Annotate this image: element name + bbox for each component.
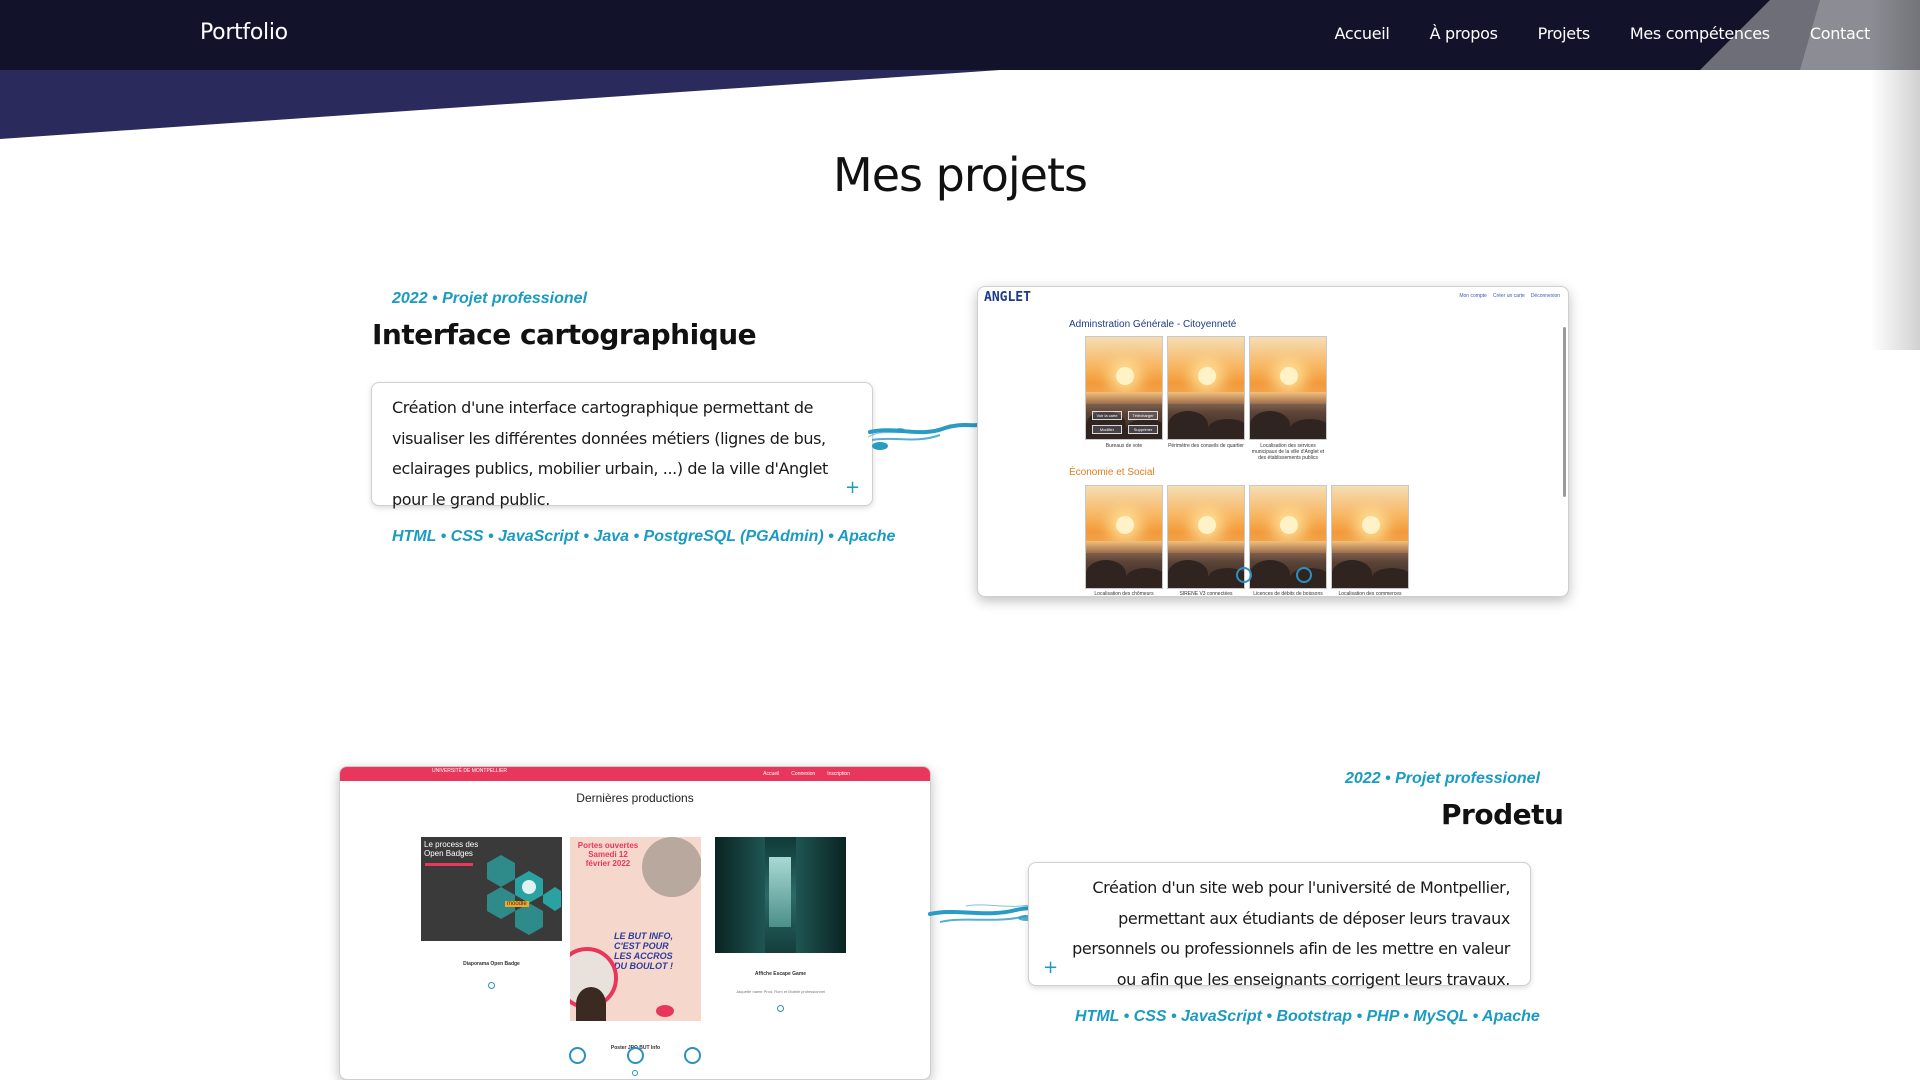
project-2-description-line: ou afin que les enseignants corrigent le… bbox=[1116, 969, 1511, 989]
tile-label: SIRENE V3 connectées bbox=[1179, 591, 1233, 597]
project-1-title: Interface cartographique bbox=[372, 318, 757, 351]
map-tile bbox=[1167, 336, 1245, 440]
nav-a-propos[interactable]: À propos bbox=[1430, 24, 1498, 43]
project-1-meta: 2022 • Projet professionel bbox=[392, 290, 588, 307]
nav-contact[interactable]: Contact bbox=[1810, 24, 1870, 43]
project-1-expand-icon[interactable]: + bbox=[845, 477, 860, 498]
card-label: Diaporama Open Badge bbox=[463, 961, 520, 967]
tile-button: Voir la carte bbox=[1092, 411, 1122, 420]
project-2-title: Prodetu bbox=[1441, 798, 1564, 831]
tile-label: Bureaux de vote bbox=[1105, 443, 1143, 449]
escape-game-thumbnail bbox=[715, 837, 846, 953]
prodetu-nav-item: Accueil bbox=[763, 771, 780, 777]
anglet-category-eco: Économie et Social bbox=[1069, 467, 1155, 478]
card-label: Affiche Escape Game bbox=[754, 971, 807, 977]
carousel-dot[interactable] bbox=[632, 1070, 638, 1076]
project-2-description-line: Création d'un site web pour l'université… bbox=[1092, 878, 1510, 897]
tile-label: Localisation des chômeurs bbox=[1094, 591, 1154, 597]
anglet-nav-item: Déconnexion bbox=[1530, 293, 1560, 299]
carousel-dot[interactable] bbox=[569, 1047, 586, 1064]
tile-label: Localisation des commerces bbox=[1338, 591, 1402, 597]
portfolio-page: Portfolio Accueil À propos Projets Mes c… bbox=[0, 0, 1920, 1080]
prodetu-nav: Accueil Connexion Inscription bbox=[763, 771, 850, 777]
card-dot[interactable] bbox=[777, 1005, 784, 1012]
tile-button: Modifier bbox=[1092, 425, 1122, 434]
tile-button: Supprimer bbox=[1128, 425, 1158, 434]
project-2-tech-list: HTML • CSS • JavaScript • Bootstrap • PH… bbox=[1075, 1008, 1540, 1025]
project-2-description-line: permettant aux étudiants de déposer leur… bbox=[1118, 908, 1510, 928]
tile-label: Licences de débits de boissons bbox=[1253, 591, 1323, 597]
carousel-dot[interactable] bbox=[1236, 567, 1252, 583]
nav-projets[interactable]: Projets bbox=[1538, 24, 1590, 43]
anglet-nav-item: Créer un carte bbox=[1492, 293, 1525, 299]
anglet-nav-item: Mon compte bbox=[1459, 293, 1487, 299]
card-subtext: Jaquette name Prod. Rom et Mobile profes… bbox=[736, 989, 825, 994]
moodle-badge: moodle bbox=[505, 901, 529, 907]
header-background bbox=[0, 0, 1920, 139]
anglet-category-admin: Adminstration Générale - Citoyenneté bbox=[1069, 319, 1237, 330]
map-tile bbox=[1167, 485, 1245, 589]
jpo-poster-heading: Portes ouvertes Samedi 12 février 2022 bbox=[577, 841, 639, 868]
brush-stroke-decoration bbox=[867, 423, 980, 450]
carousel-dot[interactable] bbox=[684, 1047, 701, 1064]
brand-logo[interactable]: Portfolio bbox=[200, 20, 288, 45]
anglet-logo: ANGLET bbox=[984, 290, 1031, 305]
card-dot[interactable] bbox=[488, 982, 495, 989]
jpo-poster-thumbnail: Portes ouvertes Samedi 12 février 2022 L… bbox=[570, 837, 701, 1021]
project-1-description-card[interactable]: Création d'une interface cartographique … bbox=[371, 382, 873, 509]
project-2-screenshot[interactable]: UNIVERSITÉ DE MONTPELLIER Accueil Connex… bbox=[339, 766, 931, 1080]
project-1-description-line: visualiser les différentes données métie… bbox=[392, 428, 826, 448]
tile-button: Télécharger bbox=[1128, 411, 1158, 420]
anglet-scrollbar bbox=[1563, 327, 1566, 497]
page-title: Mes projets bbox=[833, 148, 1088, 202]
project-1-description-line: eclairages publics, mobilier urbain, ...… bbox=[392, 459, 828, 478]
project-1-description-line: Création d'une interface cartographique … bbox=[392, 398, 814, 417]
jpo-poster-slogan: LE BUT INFO, C'EST POUR LES ACCROS DU BO… bbox=[614, 931, 673, 971]
carousel-dot[interactable] bbox=[627, 1047, 644, 1064]
main-nav: Accueil À propos Projets Mes compétences… bbox=[1335, 24, 1871, 43]
prodetu-nav-item: Inscription bbox=[827, 771, 850, 777]
open-badge-thumbnail: Le process des Open Badges moodle bbox=[421, 837, 562, 941]
tile-label: Localisation des services municipaux de … bbox=[1251, 443, 1325, 461]
carousel-dot[interactable] bbox=[1296, 567, 1312, 583]
project-2-description-line: personnels ou professionnels afin de les… bbox=[1072, 939, 1510, 958]
map-tile bbox=[1249, 336, 1327, 440]
prodetu-section-title: Dernières productions bbox=[576, 791, 694, 805]
anglet-nav: Mon compte Créer un carte Déconnexion bbox=[1459, 293, 1560, 299]
map-tile bbox=[1085, 485, 1163, 589]
map-tile: Voir la carte Télécharger Modifier Suppr… bbox=[1085, 336, 1163, 440]
tile-label: Périmètre des conseils de quartier bbox=[1168, 443, 1244, 449]
prodetu-nav-item: Connexion bbox=[791, 771, 816, 777]
project-1-description-line: pour le grand public. bbox=[392, 489, 550, 509]
project-2-meta: 2022 • Projet professionel bbox=[1345, 770, 1541, 787]
project-2-description-card[interactable]: Création d'un site web pour l'université… bbox=[1028, 862, 1531, 989]
project-2-expand-icon[interactable]: + bbox=[1043, 957, 1058, 978]
map-tile bbox=[1249, 485, 1327, 589]
map-tile bbox=[1331, 485, 1409, 589]
project-1-screenshot[interactable]: ANGLET Mon compte Créer un carte Déconne… bbox=[977, 286, 1569, 597]
prodetu-logo: UNIVERSITÉ DE MONTPELLIER bbox=[432, 768, 508, 774]
hexagon-graphic bbox=[487, 855, 561, 935]
project-1-tech-list: HTML • CSS • JavaScript • Java • Postgre… bbox=[392, 528, 896, 545]
nav-competences[interactable]: Mes compétences bbox=[1630, 24, 1770, 43]
nav-accueil[interactable]: Accueil bbox=[1335, 24, 1390, 43]
